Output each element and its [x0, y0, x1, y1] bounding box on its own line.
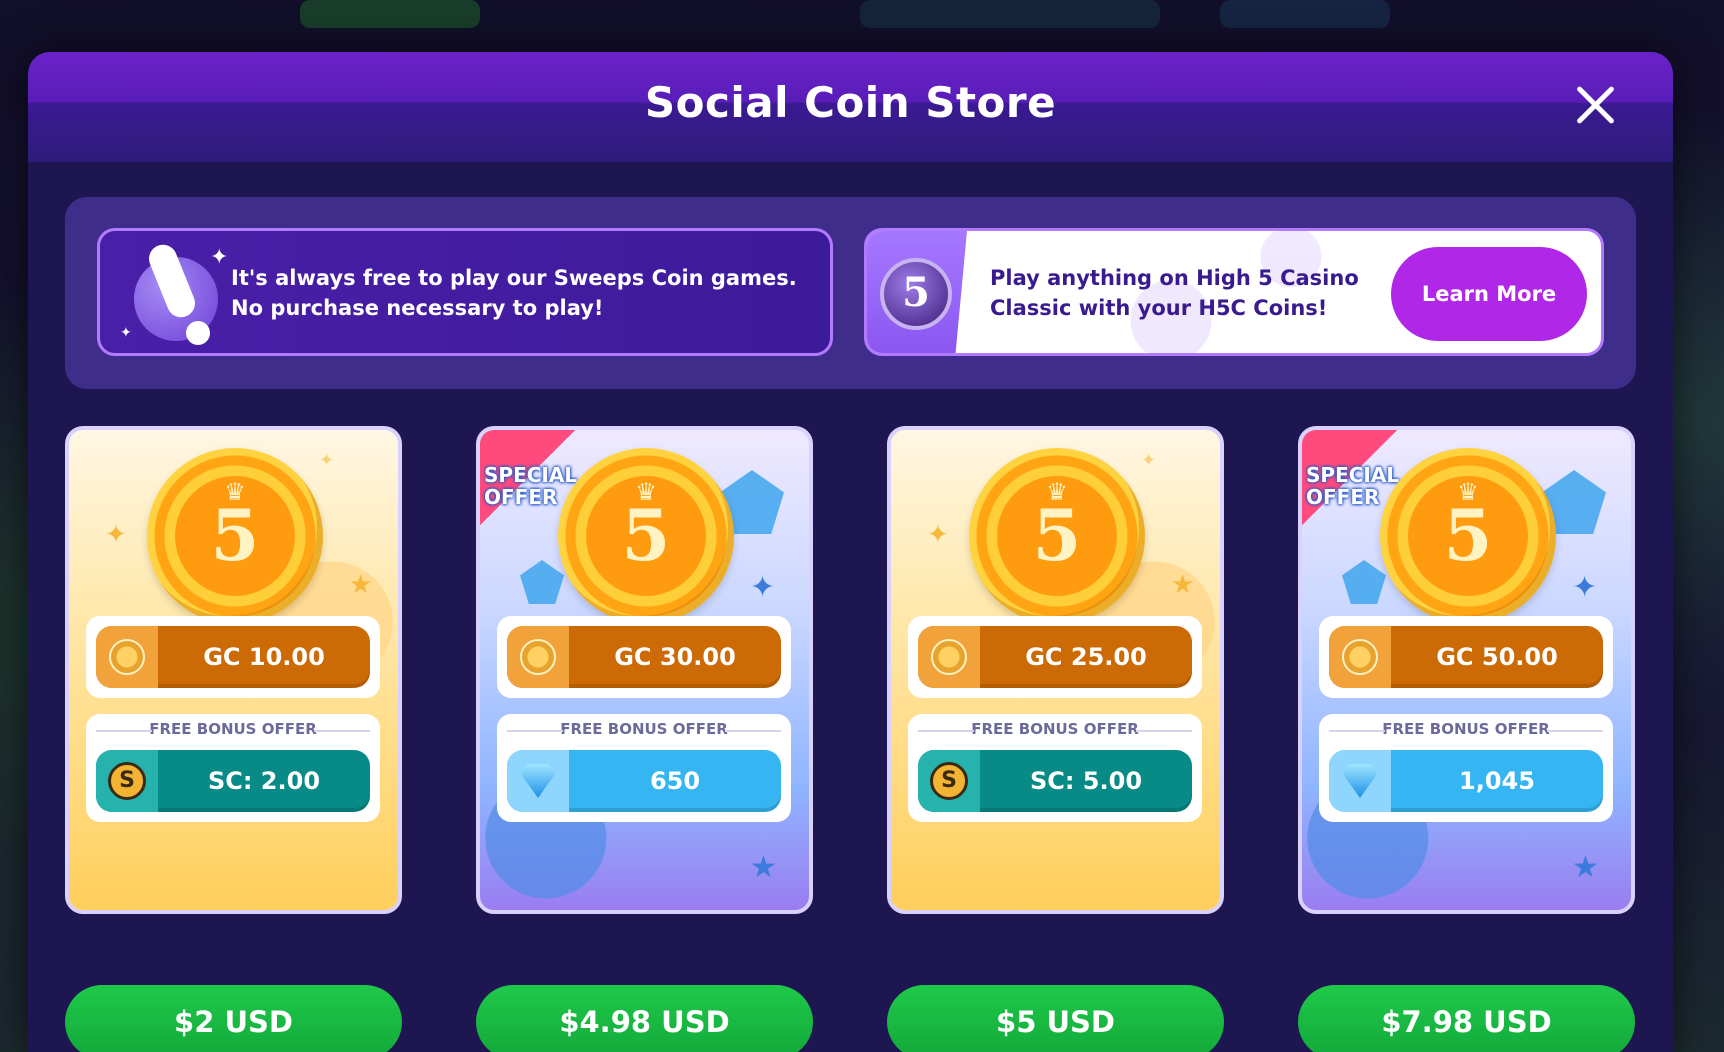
star-icon: ✦: [105, 520, 127, 550]
sweeps-coin-icon: S: [930, 762, 968, 800]
star-icon: ★: [1572, 850, 1599, 885]
gold-coin-icon: 5 ♛: [1380, 448, 1556, 624]
background-blur-strip: [1220, 0, 1390, 28]
gold-coin-value: GC 10.00: [203, 643, 325, 671]
bonus-value: SC: 5.00: [1029, 767, 1143, 795]
h5c-line-2: Classic with your H5C Coins!: [990, 296, 1328, 320]
free-play-line-2: No purchase necessary to play!: [231, 296, 604, 320]
background-blur-strip: [300, 0, 480, 28]
h5c-line-1: Play anything on High 5 Casino: [990, 266, 1359, 290]
exclamation-icon: ✦ ✦: [116, 239, 228, 349]
gold-coin-amount-box: GC 10.00: [86, 616, 380, 698]
star-icon: ★: [1171, 570, 1195, 600]
modal-header: Social Coin Store: [28, 52, 1673, 162]
close-button[interactable]: [1573, 82, 1617, 126]
bonus-offer-label: FREE BONUS OFFER: [1319, 720, 1613, 738]
package-card[interactable]: ✦ ★ SPECIAL OFFER 5 ♛ GC 50.00 FREE BONU…: [1298, 426, 1635, 914]
star-icon: ✦: [750, 570, 776, 605]
gem-icon: [520, 560, 564, 604]
bonus-offer-box: FREE BONUS OFFER S SC: 2.00: [86, 714, 380, 822]
modal-title: Social Coin Store: [644, 78, 1057, 127]
bonus-offer-box: FREE BONUS OFFER 650: [497, 714, 791, 822]
special-offer-word-1: SPECIAL: [484, 463, 578, 487]
learn-more-button[interactable]: Learn More: [1391, 247, 1587, 341]
gold-coin-value: GC 30.00: [614, 643, 736, 671]
h5c-banner: 5 Play anything on High 5 Casino Classic…: [864, 228, 1604, 356]
diamond-icon: [521, 764, 555, 798]
gold-coin-value: GC 25.00: [1025, 643, 1147, 671]
gold-coin-icon: 5 ♛: [147, 448, 323, 624]
gold-coin-amount-box: GC 50.00: [1319, 616, 1613, 698]
star-icon: ★: [349, 570, 373, 600]
star-icon: ✦: [927, 520, 949, 550]
gold-coin-icon: 5 ♛: [558, 448, 734, 624]
bonus-amount: S SC: 2.00: [96, 750, 370, 812]
special-offer-word-1: SPECIAL: [1306, 463, 1400, 487]
h5c-text: Play anything on High 5 Casino Classic w…: [990, 263, 1359, 323]
h5c-coin-icon: 5: [880, 258, 952, 330]
gem-icon: [1342, 560, 1386, 604]
buy-button[interactable]: $4.98 USD: [476, 985, 813, 1052]
bonus-value: 1,045: [1459, 767, 1535, 795]
bonus-amount: 1,045: [1329, 750, 1603, 812]
star-icon: ★: [750, 850, 777, 885]
package-list: ✦ ★ ✦ 5 ♛ GC 10.00 FREE BONUS OFFER S SC…: [65, 426, 1636, 1052]
buy-button[interactable]: $5 USD: [887, 985, 1224, 1052]
gold-coin-amount: GC 50.00: [1329, 626, 1603, 688]
buy-button[interactable]: $7.98 USD: [1298, 985, 1635, 1052]
bonus-amount: S SC: 5.00: [918, 750, 1192, 812]
package-card[interactable]: ✦ ★ ✦ 5 ♛ GC 25.00 FREE BONUS OFFER S SC…: [887, 426, 1224, 914]
free-play-text: It's always free to play our Sweeps Coin…: [231, 263, 797, 323]
coin-icon: [507, 626, 569, 688]
coin-icon: [918, 626, 980, 688]
gold-coin-amount: GC 25.00: [918, 626, 1192, 688]
bonus-offer-label: FREE BONUS OFFER: [86, 720, 380, 738]
bonus-value: SC: 2.00: [207, 767, 321, 795]
bonus-offer-label: FREE BONUS OFFER: [908, 720, 1202, 738]
package-card[interactable]: ✦ ★ ✦ 5 ♛ GC 10.00 FREE BONUS OFFER S SC…: [65, 426, 402, 914]
special-offer-label: SPECIAL OFFER: [484, 464, 577, 508]
banner-panel: ✦ ✦ It's always free to play our Sweeps …: [65, 197, 1636, 389]
buy-button[interactable]: $2 USD: [65, 985, 402, 1052]
gold-coin-amount: GC 30.00: [507, 626, 781, 688]
coin-store-modal: Social Coin Store ✦ ✦ It's always free t…: [28, 52, 1673, 1052]
coin-icon: [1329, 626, 1391, 688]
star-icon: ✦: [1141, 450, 1157, 471]
diamond-icon: [1343, 764, 1377, 798]
bonus-offer-box: FREE BONUS OFFER S SC: 5.00: [908, 714, 1202, 822]
bonus-amount: 650: [507, 750, 781, 812]
background-blur-strip: [860, 0, 1160, 28]
gold-coin-amount: GC 10.00: [96, 626, 370, 688]
package-card[interactable]: ✦ ★ SPECIAL OFFER 5 ♛ GC 30.00 FREE BONU…: [476, 426, 813, 914]
free-play-banner: ✦ ✦ It's always free to play our Sweeps …: [97, 228, 833, 356]
coin-icon: [96, 626, 158, 688]
gold-coin-amount-box: GC 25.00: [908, 616, 1202, 698]
special-offer-label: SPECIAL OFFER: [1306, 464, 1399, 508]
sweeps-coin-icon: S: [108, 762, 146, 800]
star-icon: ✦: [1572, 570, 1598, 605]
bonus-value: 650: [649, 767, 701, 795]
bonus-offer-box: FREE BONUS OFFER 1,045: [1319, 714, 1613, 822]
bonus-offer-label: FREE BONUS OFFER: [497, 720, 791, 738]
gold-coin-icon: 5 ♛: [969, 448, 1145, 624]
free-play-line-1: It's always free to play our Sweeps Coin…: [231, 266, 797, 290]
gold-coin-amount-box: GC 30.00: [497, 616, 791, 698]
star-icon: ✦: [319, 450, 335, 471]
gold-coin-value: GC 50.00: [1436, 643, 1558, 671]
